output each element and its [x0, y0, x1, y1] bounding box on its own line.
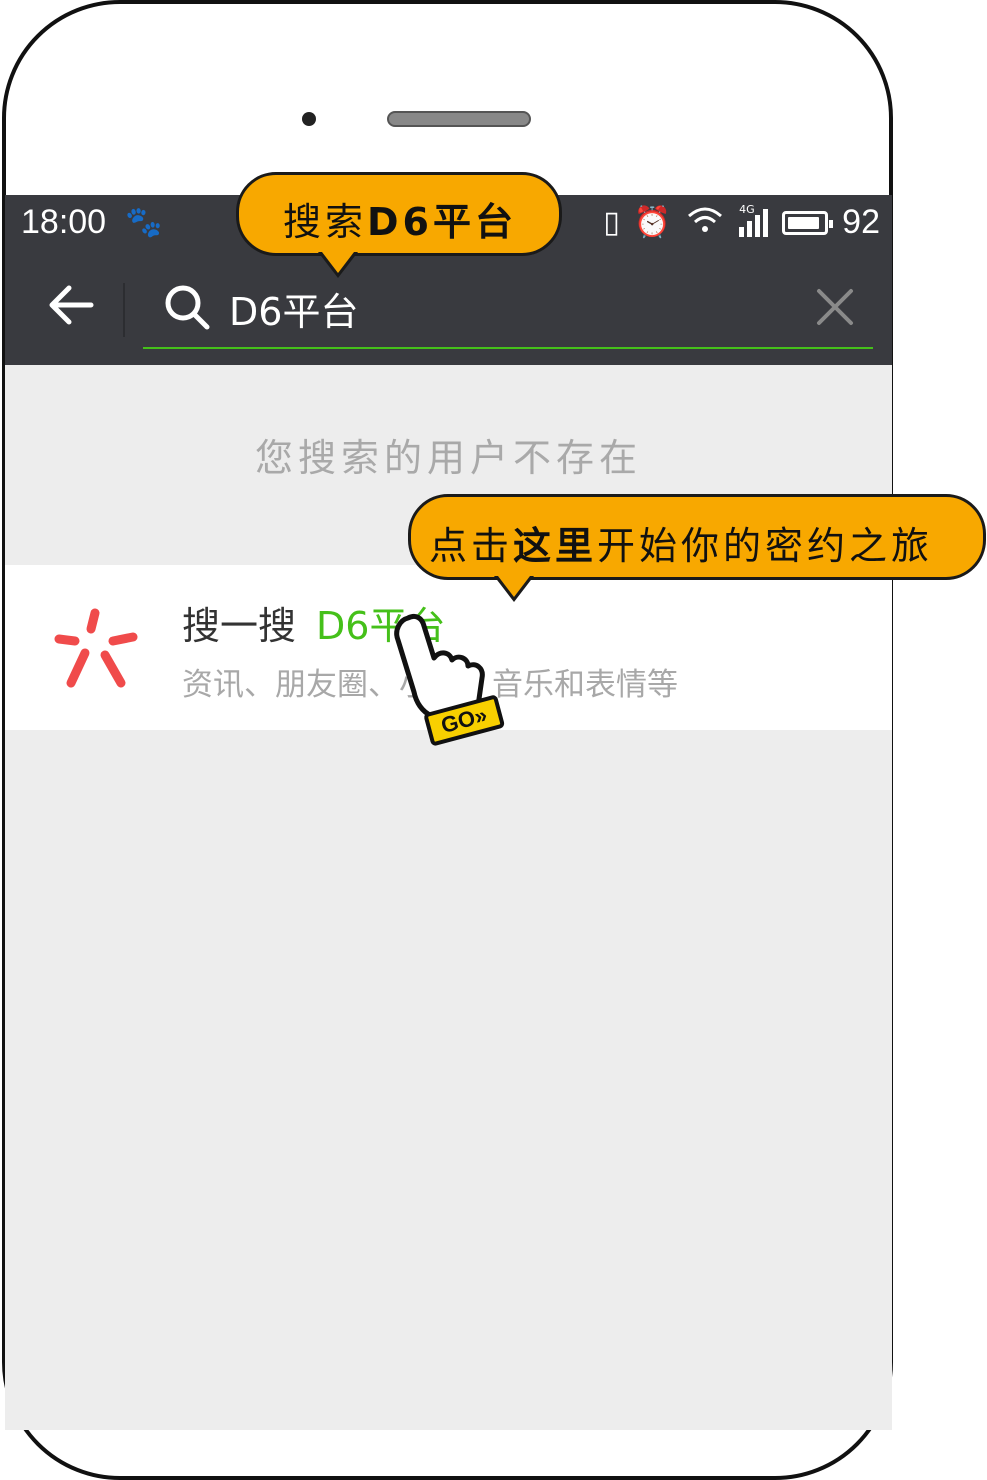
header-divider — [123, 283, 125, 337]
search-query-text[interactable]: D6平台 — [229, 281, 358, 336]
pointing-hand-icon: GO» — [394, 613, 505, 746]
search-header: D6平台 — [5, 253, 892, 365]
battery-icon — [782, 210, 834, 235]
wifi-icon — [685, 204, 725, 242]
vibrate-icon: ▯ — [603, 205, 620, 240]
phone-screen: 18:00 🐾 ▯ ⏰ 4G 92 D6平台 您搜索的用户不存在 搜一搜 D6平… — [5, 195, 892, 1430]
earpiece-speaker — [387, 111, 531, 127]
callout-tail-fill — [322, 252, 354, 273]
back-arrow-icon[interactable] — [41, 275, 101, 335]
callout-tail-fill — [498, 576, 530, 597]
network-type-label: 4G — [739, 202, 755, 216]
sousou-logo-icon — [54, 608, 138, 688]
clear-icon[interactable] — [813, 285, 857, 329]
callout-search-prefix: 搜索 — [283, 200, 368, 244]
status-icons: ▯ ⏰ 4G 92 — [603, 203, 880, 242]
search-icon — [165, 285, 210, 330]
result-title-prefix: 搜一搜 — [182, 604, 297, 648]
front-camera — [302, 112, 316, 126]
battery-level: 92 — [842, 203, 880, 241]
search-input[interactable]: D6平台 — [143, 265, 873, 349]
callout-click-bold: 这里 — [513, 524, 598, 568]
callout-search-bold: D6平台 — [367, 200, 517, 244]
callout-click-suffix: 开始你的密约之旅 — [597, 524, 934, 568]
paw-icon: 🐾 — [125, 205, 163, 240]
alarm-icon: ⏰ — [633, 205, 672, 240]
user-not-found-message: 您搜索的用户不存在 — [254, 436, 642, 480]
callout-click-prefix: 点击 — [429, 524, 514, 568]
callout-click-hint: 点击这里开始你的密约之旅 — [408, 494, 986, 580]
status-time: 18:00 — [21, 203, 107, 241]
callout-search-hint: 搜索D6平台 — [236, 172, 562, 256]
signal-icon: 4G — [739, 203, 769, 237]
